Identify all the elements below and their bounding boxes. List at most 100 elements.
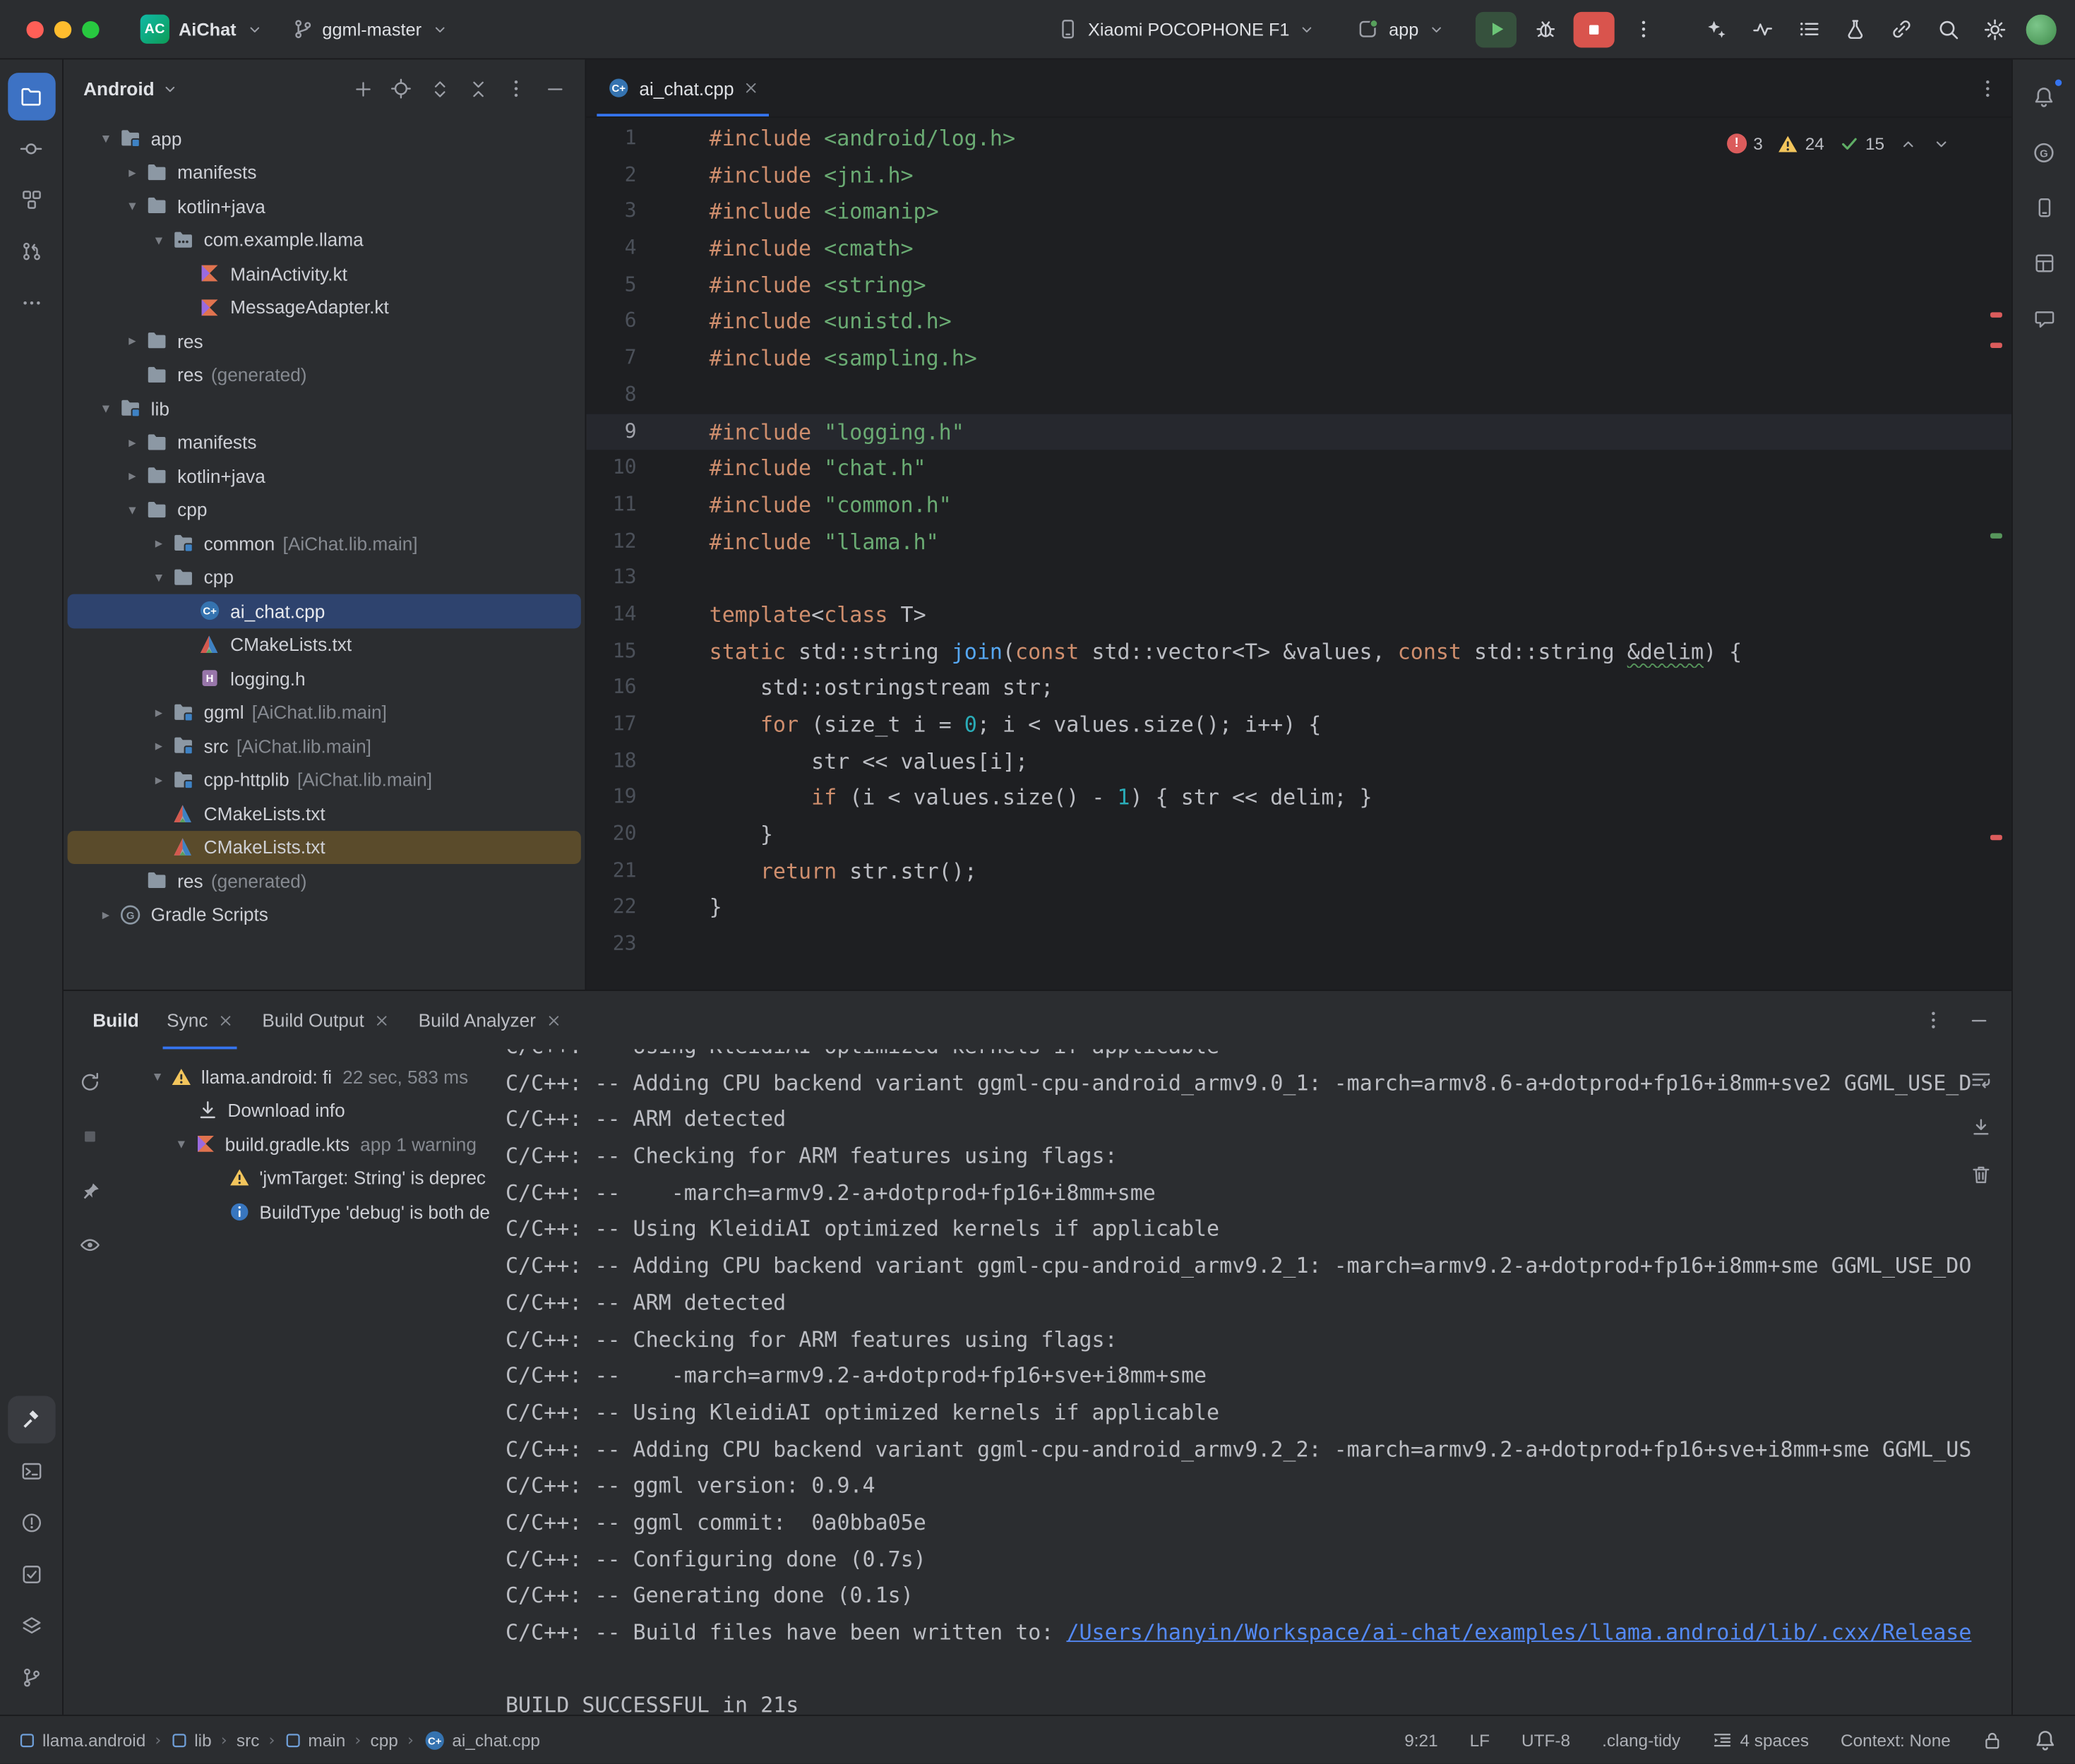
version-control-tool-icon[interactable] (7, 1654, 54, 1701)
panel-options-icon[interactable] (499, 71, 534, 106)
assistant-tool-icon[interactable] (2020, 295, 2067, 342)
device-manager-icon[interactable] (2020, 184, 2067, 232)
chevron-down-icon[interactable]: ▾ (121, 198, 145, 215)
project-tree-item[interactable]: ▾lib (68, 392, 581, 426)
build-more-options-icon[interactable] (1916, 1003, 1951, 1038)
chevron-down-icon[interactable]: ▾ (147, 569, 171, 586)
build-variants-tool-icon[interactable] (7, 1602, 54, 1650)
chevron-right-icon[interactable]: ▸ (147, 771, 171, 788)
project-widget[interactable]: AC AiChat (128, 9, 275, 49)
project-tree-item[interactable]: ▸cpp-httplib[AiChat.lib.main] (68, 763, 581, 797)
code-line-8[interactable]: 8 (586, 377, 2011, 414)
build-tool-icon[interactable] (7, 1396, 54, 1443)
chevron-down-icon[interactable]: ▾ (145, 1068, 169, 1085)
more-run-options-icon[interactable] (1622, 11, 1663, 47)
terminal-tool-icon[interactable] (7, 1448, 54, 1495)
close-tab-icon[interactable] (546, 1013, 561, 1028)
commit-tool-icon[interactable] (7, 124, 54, 172)
close-tab-icon[interactable] (375, 1013, 390, 1028)
project-tree-item[interactable]: C+ai_chat.cpp (68, 594, 581, 628)
chevron-right-icon[interactable]: ▸ (147, 737, 171, 754)
sync-project-icon[interactable] (1883, 11, 1920, 47)
breadcrumb-item[interactable]: lib (171, 1730, 212, 1750)
project-tree-item[interactable]: ▸manifests (68, 155, 581, 189)
settings-icon[interactable] (1975, 11, 2012, 47)
close-window-button[interactable] (26, 20, 43, 37)
code-line-5[interactable]: 5#include <string> (586, 267, 2011, 304)
breadcrumb-item[interactable]: llama.android (18, 1730, 145, 1750)
new-item-icon[interactable] (345, 71, 380, 106)
pin-tab-icon[interactable] (73, 1174, 107, 1208)
stop-build-icon[interactable] (73, 1120, 107, 1154)
project-tree-item[interactable]: ▾cpp (68, 560, 581, 594)
context-widget[interactable]: Context: None (1841, 1730, 1951, 1750)
project-tree-item[interactable]: CMakeLists.txt (68, 628, 581, 661)
clear-console-icon[interactable] (1966, 1160, 1995, 1189)
run-configuration-selector[interactable]: app (1346, 13, 1457, 45)
project-tree-item[interactable]: res(generated) (68, 358, 581, 392)
minimize-window-button[interactable] (54, 20, 71, 37)
more-tool-windows-icon[interactable] (7, 279, 54, 326)
chevron-right-icon[interactable]: ▸ (147, 704, 171, 721)
code-line-17[interactable]: 17 for (size_t i = 0; i < values.size();… (586, 707, 2011, 743)
error-stripe-mark[interactable] (1990, 835, 2002, 840)
select-opened-file-icon[interactable] (384, 71, 419, 106)
search-everywhere-icon[interactable] (1930, 11, 1966, 47)
inspections-widget[interactable]: !3 24 15 (1727, 126, 1951, 162)
project-tree-item[interactable]: ▸res (68, 324, 581, 358)
project-tree-item[interactable]: ▸kotlin+java (68, 459, 581, 493)
code-line-3[interactable]: 3#include <iomanip> (586, 193, 2011, 230)
build-tree-item[interactable]: ▾llama.android: fi22 sec, 583 ms (116, 1060, 492, 1093)
project-tree-item[interactable]: ▾app (68, 121, 581, 155)
stop-button[interactable] (1574, 11, 1615, 47)
code-line-19[interactable]: 19 if (i < values.size() - 1) { str << d… (586, 780, 2011, 817)
code-line-15[interactable]: 15static std::string join(const std::vec… (586, 633, 2011, 670)
project-tree-item[interactable]: ▾com.example.llama (68, 223, 581, 257)
build-console[interactable]: C/C++: -- Using KleidiAI optimized kerne… (492, 1049, 2011, 1715)
chevron-right-icon[interactable]: ▸ (94, 906, 118, 923)
project-tree-item[interactable]: ▸manifests (68, 426, 581, 460)
code-line-10[interactable]: 10#include "chat.h" (586, 450, 2011, 487)
scroll-to-end-icon[interactable] (1966, 1112, 1995, 1141)
build-tab-build-analyzer[interactable]: Build Analyzer (404, 991, 575, 1049)
line-separator[interactable]: LF (1470, 1730, 1490, 1750)
todo-list-icon[interactable] (1790, 11, 1827, 47)
build-tree-item[interactable]: Download info (116, 1093, 492, 1127)
build-tree-item[interactable]: ▾build.gradle.ktsapp 1 warning (116, 1127, 492, 1161)
breadcrumb-item[interactable]: src (237, 1730, 260, 1750)
change-stripe-mark[interactable] (1990, 533, 2002, 538)
close-tab-icon[interactable] (219, 1013, 234, 1028)
project-tree-item[interactable]: CMakeLists.txt (68, 830, 581, 864)
chevron-down-icon[interactable]: ▾ (147, 232, 171, 248)
ai-assistant-icon[interactable] (1698, 11, 1735, 47)
chevron-right-icon[interactable]: ▸ (147, 535, 171, 552)
status-notifications-icon[interactable] (2034, 1729, 2057, 1751)
device-selector[interactable]: Xiaomi POCOPHONE F1 (1046, 13, 1328, 45)
project-view-selector[interactable]: Android (83, 78, 155, 100)
caret-position[interactable]: 9:21 (1404, 1730, 1437, 1750)
profiler-icon[interactable] (1744, 11, 1781, 47)
code-line-18[interactable]: 18 str << values[i]; (586, 743, 2011, 780)
close-tab-icon[interactable] (743, 80, 758, 95)
user-avatar[interactable] (2022, 11, 2059, 47)
file-encoding[interactable]: UTF-8 (1521, 1730, 1570, 1750)
gradle-tool-icon[interactable]: G (2020, 128, 2067, 176)
project-tree-item[interactable]: ▾cpp (68, 493, 581, 527)
project-tree-item[interactable]: CMakeLists.txt (68, 796, 581, 830)
readonly-lock-icon[interactable] (1983, 1730, 2002, 1750)
show-output-icon[interactable] (73, 1228, 107, 1262)
project-tree-item[interactable]: MainActivity.kt (68, 257, 581, 291)
build-variants-icon[interactable] (1837, 11, 1874, 47)
chevron-right-icon[interactable]: ▸ (121, 332, 145, 349)
breadcrumb-item[interactable]: cpp (371, 1730, 398, 1750)
indent-widget[interactable]: 4 spaces (1712, 1730, 1809, 1750)
run-button[interactable] (1476, 11, 1517, 47)
hide-panel-icon[interactable] (537, 71, 572, 106)
build-tab-sync[interactable]: Sync (153, 991, 248, 1049)
breadcrumb-item[interactable]: main (285, 1730, 346, 1750)
clang-tidy-widget[interactable]: .clang-tidy (1602, 1730, 1680, 1750)
error-stripe-mark[interactable] (1990, 342, 2002, 347)
pull-requests-icon[interactable] (7, 227, 54, 275)
project-tree-item[interactable]: ▸common[AiChat.lib.main] (68, 527, 581, 560)
code-line-12[interactable]: 12#include "llama.h" (586, 523, 2011, 560)
